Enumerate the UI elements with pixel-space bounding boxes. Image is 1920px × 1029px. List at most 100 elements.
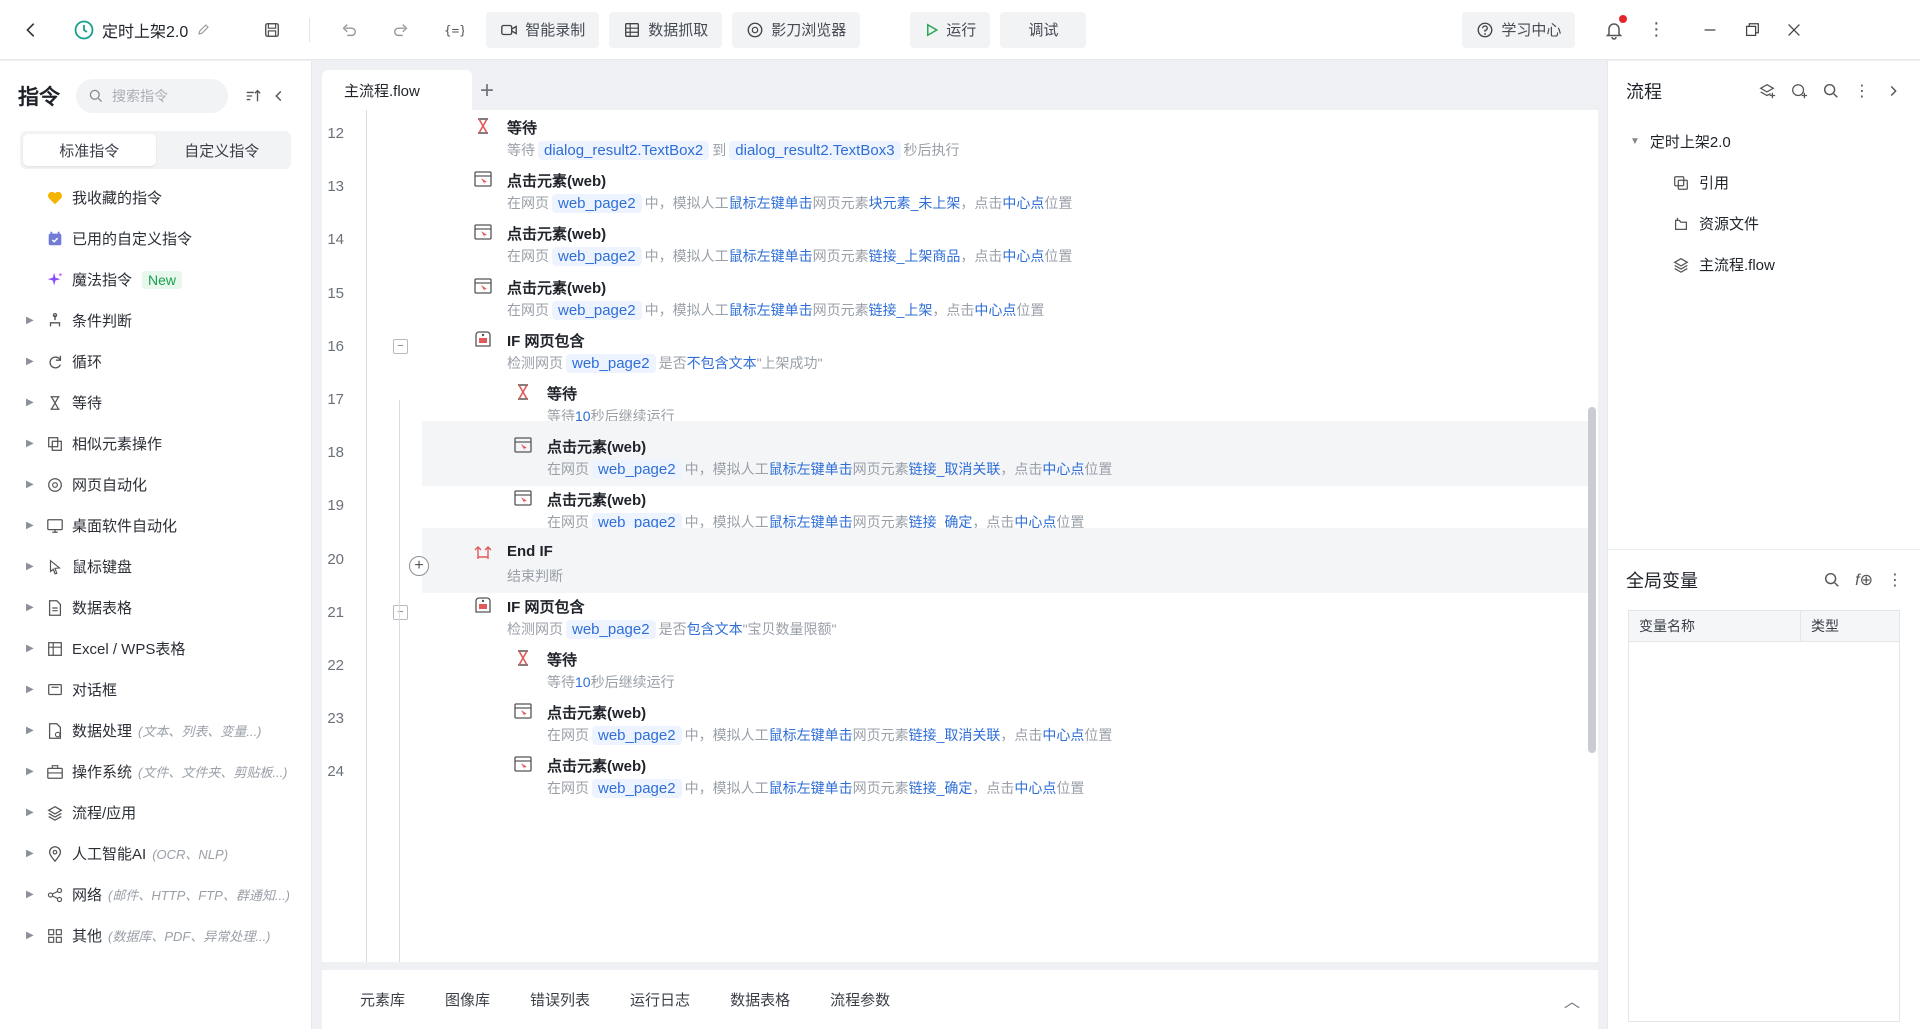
bell-icon [1604,20,1624,40]
global-variables-header: 全局变量 f⊕ ⋮ [1608,550,1920,610]
chevron-right-icon[interactable] [1884,82,1902,100]
briefcase-icon [46,763,64,781]
shadow-browser-button[interactable]: 影刀浏览器 [732,11,861,48]
expand-panel-chevron-icon[interactable]: ︿ [1564,988,1580,1012]
edit-pencil-icon[interactable] [196,22,211,37]
category-item[interactable]: ▶ Excel / WPS表格 [0,628,311,669]
loop-icon [46,353,64,371]
step-title: 点击元素(web) [547,758,647,775]
undo-button[interactable] [332,13,366,47]
category-hint: (数据库、PDF、异常处理...) [108,929,271,944]
tree-item-main-flow[interactable]: 主流程.flow [1608,244,1920,285]
category-item[interactable]: ▶ 对话框 [0,669,311,710]
step-title: 点击元素(web) [507,280,607,297]
description-text: 位置 [1056,780,1085,796]
tab-main-flow[interactable]: 主流程.flow [322,70,472,110]
special-instruction-item[interactable]: 魔法指令 New [0,259,311,300]
smart-record-button[interactable]: 智能录制 [486,11,600,48]
parameter-value[interactable]: 链接_确定 [909,780,973,796]
add-tab-button[interactable]: + [480,77,494,105]
category-item[interactable]: ▶ 网页自动化 [0,464,311,505]
caret-right-icon: ▶ [26,602,34,613]
column-header-var-type[interactable]: 类型 [1800,610,1900,642]
global-variables-section: 全局变量 f⊕ ⋮ 变量名称 类型 [1608,549,1920,1029]
notification-button[interactable] [1597,13,1631,47]
debug-button[interactable]: 调试 [1000,11,1087,48]
sort-icon[interactable] [244,87,262,105]
special-instruction-item[interactable]: 已用的自定义指令 [0,218,311,259]
insert-step-button[interactable]: + [409,556,429,576]
add-module-icon[interactable] [1790,82,1808,100]
tab-element-library[interactable]: 元素库 [360,989,405,1010]
add-variable-fx-icon[interactable]: f⊕ [1855,570,1873,590]
category-label: 条件判断 [72,313,133,330]
restore-button[interactable] [1735,13,1769,47]
line-number: 21 [327,604,344,621]
step-title: IF 网页包含 [507,333,585,350]
category-item[interactable]: ▶ 流程/应用 [0,792,311,833]
tree-root[interactable]: ▼ 定时上架2.0 [1608,121,1920,162]
category-item[interactable]: ▶ 人工智能AI (OCR、NLP) [0,833,311,874]
category-item[interactable]: ▶ 鼠标键盘 [0,546,311,587]
add-flow-icon[interactable] [1758,82,1776,100]
collapse-toggle[interactable]: − [393,605,408,620]
run-button[interactable]: 运行 [910,11,991,48]
step-title: 点击元素(web) [507,226,607,243]
category-item[interactable]: ▶ 网络 (邮件、HTTP、FTP、群通知...) [0,874,311,915]
search-icon[interactable] [1822,82,1840,100]
minimize-button[interactable] [1693,13,1727,47]
web-click-icon [473,169,493,189]
category-item[interactable]: ▶ 桌面软件自动化 [0,505,311,546]
redo-button[interactable] [384,13,418,47]
category-item[interactable]: ▶ 相似元素操作 [0,423,311,464]
category-hint: (文件、文件夹、剪贴板...) [138,765,288,780]
tab-run-log[interactable]: 运行日志 [630,989,690,1010]
tab-custom-instructions[interactable]: 自定义指令 [156,134,289,166]
special-instruction-item[interactable]: 我收藏的指令 [0,177,311,218]
description-text: 中，模拟人工 [684,780,769,796]
variable-button[interactable]: {=} [436,13,470,47]
category-item[interactable]: ▶ 其他 (数据库、PDF、异常处理...) [0,915,311,956]
category-item[interactable]: ▶ 等待 [0,382,311,423]
category-label: 其他 [72,928,103,945]
instruction-search-input[interactable]: 搜索指令 [76,79,228,113]
category-item[interactable]: ▶ 操作系统 (文件、文件夹、剪贴板...) [0,751,311,792]
tab-standard-instructions[interactable]: 标准指令 [23,134,156,166]
parameter-value[interactable]: 鼠标左键单击 [769,780,853,796]
excel-icon [46,640,64,658]
column-header-var-name[interactable]: 变量名称 [1628,610,1801,642]
collapse-panel-icon[interactable] [270,87,288,105]
tree-item-reference[interactable]: 引用 [1608,162,1920,203]
more-menu-button[interactable]: ⋮ [1639,13,1673,47]
line-number: 22 [327,657,344,674]
search-icon[interactable] [1823,571,1841,589]
flow-tree: ▼ 定时上架2.0 引用 资源文件 主流程.flow [1608,121,1920,285]
tab-flow-params[interactable]: 流程参数 [830,989,890,1010]
category-item[interactable]: ▶ 数据处理 (文本、列表、变量...) [0,710,311,751]
more-vertical-icon[interactable]: ⋮ [1854,81,1870,101]
tab-error-list[interactable]: 错误列表 [530,989,590,1010]
editor-scrollbar[interactable] [1588,407,1596,753]
hourglass-icon [513,382,533,402]
tab-data-table[interactable]: 数据表格 [730,989,790,1010]
search-placeholder: 搜索指令 [112,88,168,104]
category-item[interactable]: ▶ 条件判断 [0,300,311,341]
learning-center-button[interactable]: 学习中心 [1462,11,1576,48]
back-button[interactable] [14,13,48,47]
collapse-toggle[interactable]: − [393,339,408,354]
chevron-left-icon [22,21,40,39]
tree-item-resources[interactable]: 资源文件 [1608,203,1920,244]
save-button[interactable] [255,13,289,47]
close-window-button[interactable] [1777,13,1811,47]
data-scrape-button[interactable]: 数据抓取 [609,11,723,48]
flow-step-row[interactable]: 24 点击元素(web) 在网页 web_page2 中，模拟人工鼠标左键单击网页元素链… [322,740,1590,805]
top-bar: 定时上架2.0 {=} 智能录制 数据抓取 影刀浏览器 运行 调试 学习中心 [0,0,1920,60]
variable-pill[interactable]: web_page2 [592,779,682,798]
category-item[interactable]: ▶ 数据表格 [0,587,311,628]
more-vertical-icon[interactable]: ⋮ [1887,570,1903,590]
step-title: IF 网页包含 [507,599,585,616]
tab-image-library[interactable]: 图像库 [445,989,490,1010]
category-label: 相似元素操作 [72,436,163,453]
parameter-value[interactable]: 中心点 [1014,780,1056,796]
category-item[interactable]: ▶ 循环 [0,341,311,382]
